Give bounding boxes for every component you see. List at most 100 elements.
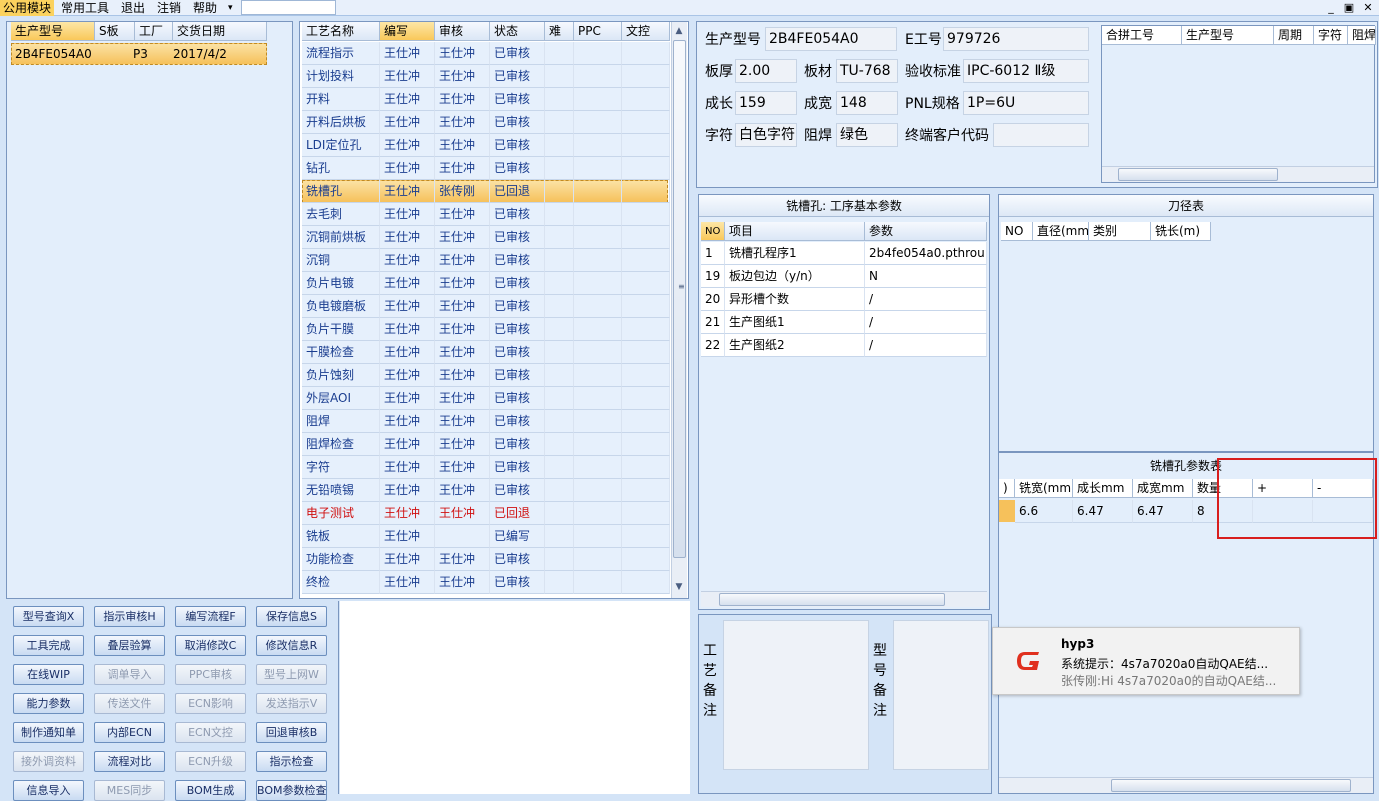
scroll-down-icon[interactable]: ▼ <box>672 580 686 594</box>
process-cell[interactable] <box>622 134 670 157</box>
process-cell[interactable] <box>545 571 574 594</box>
action-button[interactable]: ECN升级 <box>175 751 246 772</box>
action-button[interactable]: BOM参数检查 <box>256 780 327 801</box>
process-cell[interactable] <box>545 272 574 295</box>
slot-width[interactable]: 6.6 <box>1015 500 1073 523</box>
process-cell[interactable] <box>622 226 670 249</box>
process-cell[interactable] <box>574 548 622 571</box>
process-cell[interactable] <box>622 111 670 134</box>
process-name[interactable]: 计划投料 <box>302 65 380 88</box>
close-icon[interactable]: ✕ <box>1359 0 1377 15</box>
process-reviewer[interactable]: 王仕冲 <box>435 502 490 525</box>
process-name[interactable]: 负片干膜 <box>302 318 380 341</box>
process-cell[interactable] <box>545 65 574 88</box>
params-val[interactable]: / <box>865 311 987 334</box>
process-reviewer[interactable]: 王仕冲 <box>435 433 490 456</box>
action-button[interactable]: 信息导入 <box>13 780 84 801</box>
process-reviewer[interactable]: 王仕冲 <box>435 387 490 410</box>
process-cell[interactable] <box>574 525 622 548</box>
process-name[interactable]: 流程指示 <box>302 42 380 65</box>
scroll-thumb[interactable] <box>719 593 945 606</box>
process-cell[interactable] <box>574 571 622 594</box>
process-status[interactable]: 已审核 <box>490 226 545 249</box>
process-cell[interactable] <box>574 341 622 364</box>
col-reviewer[interactable]: 审核 <box>435 22 490 41</box>
process-status[interactable]: 已审核 <box>490 318 545 341</box>
action-button[interactable]: 接外调资料 <box>13 751 84 772</box>
process-status[interactable]: 已审核 <box>490 203 545 226</box>
process-cell[interactable] <box>574 134 622 157</box>
col-writer[interactable]: 编写 <box>380 22 435 41</box>
process-reviewer[interactable]: 王仕冲 <box>435 479 490 502</box>
process-cell[interactable] <box>574 180 622 203</box>
col-factory[interactable]: 工厂 <box>135 22 173 41</box>
menu-logout[interactable]: 注销 <box>154 0 184 16</box>
scroll-thumb[interactable] <box>1111 779 1351 792</box>
col-merge-model[interactable]: 生产型号 <box>1182 26 1274 45</box>
action-button[interactable]: 保存信息S <box>256 606 327 627</box>
solder-mask-field[interactable]: 绿色 <box>836 123 898 147</box>
process-cell[interactable] <box>622 42 670 65</box>
action-button[interactable]: 编写流程F <box>175 606 246 627</box>
menu-help-arrow-icon[interactable]: ▾ <box>225 0 236 16</box>
process-writer[interactable]: 王仕冲 <box>380 433 435 456</box>
params-item[interactable]: 铣槽孔程序1 <box>725 242 865 265</box>
process-name[interactable]: 沉铜前烘板 <box>302 226 380 249</box>
process-cell[interactable] <box>574 226 622 249</box>
process-name[interactable]: 干膜检查 <box>302 341 380 364</box>
process-cell[interactable] <box>622 341 670 364</box>
restore-icon[interactable]: ▣ <box>1340 0 1358 15</box>
params-scrollbar[interactable] <box>701 591 987 607</box>
process-writer[interactable]: 王仕冲 <box>380 65 435 88</box>
process-cell[interactable] <box>574 65 622 88</box>
process-name[interactable]: 阻焊 <box>302 410 380 433</box>
process-cell[interactable] <box>545 548 574 571</box>
process-status[interactable]: 已审核 <box>490 134 545 157</box>
action-button[interactable]: ECN文控 <box>175 722 246 743</box>
process-cell[interactable] <box>545 295 574 318</box>
process-writer[interactable]: 王仕冲 <box>380 249 435 272</box>
process-reviewer[interactable]: 王仕冲 <box>435 226 490 249</box>
menu-public-modules[interactable]: 公用模块 <box>0 0 55 16</box>
process-status[interactable]: 已审核 <box>490 479 545 502</box>
action-button[interactable]: 流程对比 <box>94 751 165 772</box>
process-cell[interactable] <box>545 88 574 111</box>
slot-length[interactable]: 6.47 <box>1073 500 1133 523</box>
process-cell[interactable] <box>574 364 622 387</box>
process-writer[interactable]: 王仕冲 <box>380 42 435 65</box>
module-select[interactable] <box>241 0 336 15</box>
process-writer[interactable]: 王仕冲 <box>380 479 435 502</box>
action-button[interactable]: BOM生成 <box>175 780 246 801</box>
params-item[interactable]: 板边包边（y/n） <box>725 265 865 288</box>
process-name[interactable]: 沉铜 <box>302 249 380 272</box>
scroll-thumb[interactable] <box>673 40 686 558</box>
process-cell[interactable] <box>622 456 670 479</box>
process-writer[interactable]: 王仕冲 <box>380 410 435 433</box>
col-merge-mask[interactable]: 阻焊 <box>1348 26 1376 45</box>
process-cell[interactable] <box>545 111 574 134</box>
process-name[interactable]: 负片蚀刻 <box>302 364 380 387</box>
process-cell[interactable] <box>574 272 622 295</box>
process-cell[interactable] <box>622 318 670 341</box>
col-params-value[interactable]: 参数 <box>865 222 987 241</box>
col-tool-type[interactable]: 类别 <box>1089 222 1151 241</box>
params-no[interactable]: 20 <box>701 288 725 311</box>
length-field[interactable]: 159 <box>735 91 797 115</box>
process-cell[interactable] <box>622 525 670 548</box>
col-tool-length[interactable]: 铣长(m) <box>1151 222 1211 241</box>
process-name[interactable]: 开料后烘板 <box>302 111 380 134</box>
params-val[interactable]: / <box>865 288 987 311</box>
process-cell[interactable] <box>574 410 622 433</box>
params-no[interactable]: 22 <box>701 334 725 357</box>
process-cell[interactable] <box>622 295 670 318</box>
thickness-field[interactable]: 2.00 <box>735 59 797 83</box>
process-writer[interactable]: 王仕冲 <box>380 525 435 548</box>
process-cell[interactable] <box>622 433 670 456</box>
process-name[interactable]: 铣板 <box>302 525 380 548</box>
slot-finwidth[interactable]: 6.47 <box>1133 500 1193 523</box>
process-cell[interactable] <box>622 157 670 180</box>
standard-field[interactable]: IPC-6012 Ⅱ级 <box>963 59 1089 83</box>
process-name[interactable]: LDI定位孔 <box>302 134 380 157</box>
process-cell[interactable] <box>574 157 622 180</box>
process-status[interactable]: 已编写 <box>490 525 545 548</box>
